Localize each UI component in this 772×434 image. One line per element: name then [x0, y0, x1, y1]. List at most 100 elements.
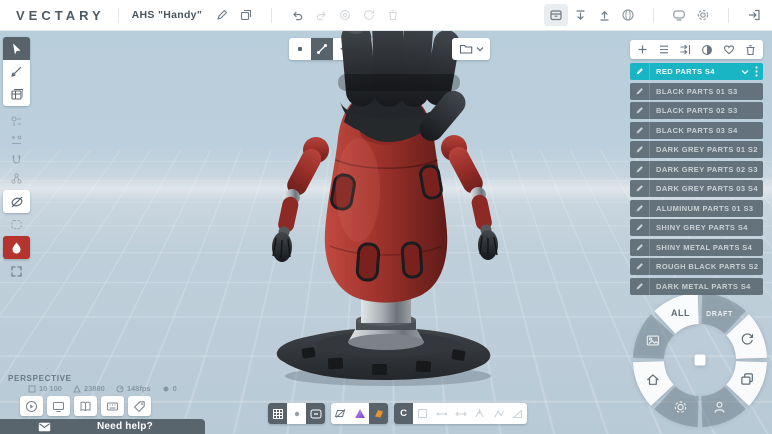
path-icon [489, 403, 508, 424]
shortcuts-icon[interactable] [101, 396, 124, 416]
layer-row[interactable]: BLACK PARTS 01 S3 [630, 82, 763, 100]
edge-select-icon [432, 403, 451, 424]
dot-icon[interactable] [287, 403, 306, 424]
layer-row[interactable]: DARK METAL PARTS S4 [630, 277, 763, 295]
undo-icon[interactable] [285, 4, 309, 26]
vertex-color-icon[interactable] [350, 403, 369, 424]
display-icon[interactable] [667, 4, 691, 26]
fps-icon [116, 385, 124, 392]
draw-tool[interactable] [3, 60, 30, 83]
radial-menu: ALL DRAFT [624, 284, 772, 434]
material-view-icon[interactable] [369, 403, 388, 424]
list-icon[interactable] [655, 41, 673, 58]
component-button[interactable]: C [394, 403, 413, 424]
add-icon[interactable] [634, 41, 652, 58]
chevron-down-icon [476, 47, 483, 52]
edit-material-icon[interactable] [630, 121, 650, 139]
sign-in-icon[interactable] [742, 4, 766, 26]
help-buttons [20, 396, 151, 416]
layer-row[interactable]: ROUGH BLACK PARTS S2 [630, 258, 763, 275]
divider [728, 7, 729, 23]
folder-icon [459, 44, 472, 54]
lights-icon [163, 386, 169, 391]
layer-label: DARK METAL PARTS S4 [656, 281, 751, 291]
objects-icon [28, 385, 36, 392]
publish-icon[interactable] [544, 4, 568, 26]
material-sphere-icon[interactable] [698, 41, 716, 58]
layer-row[interactable]: RED PARTS S4 [630, 63, 763, 80]
divider [117, 7, 119, 23]
layer-list: RED PARTS S4 BLACK PARTS 01 S3 BLACK PAR… [630, 63, 763, 295]
top-bar: VECTARY AHS "Handy" [0, 0, 772, 31]
edit-material-icon[interactable] [630, 180, 650, 197]
radial-label-draft: DRAFT [706, 311, 733, 318]
boolean-tool[interactable] [3, 190, 30, 213]
layer-row[interactable]: SHINY GREY PARTS S4 [630, 219, 763, 236]
settings-icon[interactable] [691, 4, 715, 26]
duplicate-project-icon[interactable] [234, 4, 258, 26]
edit-material-icon[interactable] [630, 277, 650, 295]
fullscreen-tool[interactable] [3, 262, 30, 280]
tag-icon[interactable] [128, 396, 151, 416]
kebab-menu-icon[interactable] [755, 66, 758, 77]
edit-material-icon[interactable] [630, 63, 650, 80]
preview-icon[interactable] [616, 4, 640, 26]
grid-icon[interactable] [268, 403, 287, 424]
edit-material-icon[interactable] [630, 258, 650, 275]
import-icon[interactable] [568, 4, 592, 26]
edit-material-icon[interactable] [630, 141, 650, 158]
radial-center-button[interactable] [694, 354, 706, 366]
layer-row[interactable]: BLACK PARTS 02 S3 [630, 102, 763, 119]
favorite-icon[interactable] [720, 41, 738, 58]
view-group [268, 403, 325, 424]
layer-label: ALUMINUM PARTS 01 S3 [656, 203, 754, 213]
robot-hand[interactable] [338, 12, 470, 146]
layer-row[interactable]: BLACK PARTS 03 S4 [630, 121, 763, 139]
robot-right-arm[interactable] [441, 135, 498, 260]
merge-icon[interactable] [677, 41, 695, 58]
layer-actions-toolbar [630, 40, 763, 59]
snap-icon[interactable] [306, 403, 325, 424]
screen-icon[interactable] [47, 396, 70, 416]
projection-label[interactable]: PERSPECTIVE [8, 374, 72, 383]
select-tool[interactable] [3, 37, 30, 60]
export-icon[interactable] [592, 4, 616, 26]
play-icon[interactable] [20, 396, 43, 416]
history-icon [357, 4, 381, 26]
trash-icon[interactable] [741, 41, 759, 58]
layer-row[interactable]: DARK GREY PARTS 01 S2 [630, 141, 763, 158]
edit-material-icon[interactable] [630, 160, 650, 178]
rename-icon[interactable] [210, 4, 234, 26]
docs-icon[interactable] [74, 396, 97, 416]
project-title[interactable]: AHS "Handy" [132, 9, 202, 21]
edit-material-icon[interactable] [630, 199, 650, 217]
chevron-down-icon[interactable] [741, 69, 749, 75]
edit-material-icon[interactable] [630, 238, 650, 256]
face-select-icon [413, 403, 432, 424]
move-icon [451, 403, 470, 424]
layer-row[interactable]: DARK GREY PARTS 02 S3 [630, 160, 763, 178]
edit-material-icon[interactable] [630, 82, 650, 100]
viewport-3d-model[interactable] [240, 10, 530, 395]
edit-material-icon[interactable] [630, 102, 650, 119]
left-toolbar [3, 37, 30, 280]
primitives-tool[interactable] [3, 83, 30, 106]
scene-folder-menu[interactable] [452, 38, 490, 60]
layer-label: BLACK PARTS 01 S3 [656, 86, 738, 96]
layer-row[interactable]: DARK GREY PARTS 03 S4 [630, 180, 763, 197]
viewport-stats: 10 100 23880 148fps 0 [28, 384, 177, 393]
layer-label: SHINY GREY PARTS S4 [656, 223, 748, 232]
layer-row[interactable]: ALUMINUM PARTS 01 S3 [630, 199, 763, 217]
edit-material-icon[interactable] [630, 219, 650, 236]
layer-label: SHINY METAL PARTS S4 [656, 242, 753, 252]
robot-left-arm[interactable] [272, 137, 329, 262]
need-help-button[interactable]: Need help? [0, 419, 205, 434]
vectary-logo[interactable]: VECTARY [16, 8, 105, 23]
polygons-icon [73, 384, 81, 392]
material-tool[interactable] [3, 236, 30, 259]
wireframe-icon[interactable] [331, 403, 350, 424]
angle-icon [508, 403, 527, 424]
layer-row[interactable]: SHINY METAL PARTS S4 [630, 238, 763, 256]
radial-label-all: ALL [671, 308, 690, 318]
scene-folder-toolbar [452, 38, 490, 60]
